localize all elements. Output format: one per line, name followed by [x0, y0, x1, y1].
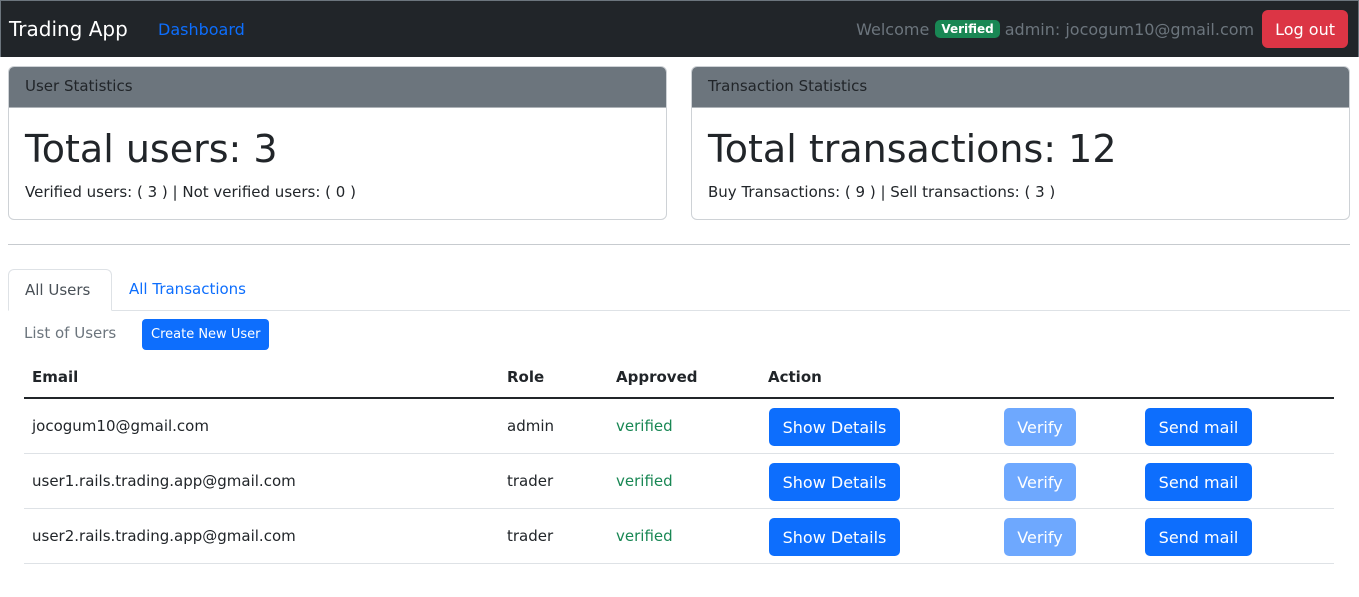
send-mail-button[interactable]: Send mail: [1145, 463, 1252, 501]
user-approved-status: verified: [616, 417, 673, 435]
logout-button[interactable]: Log out: [1262, 10, 1348, 48]
tab-all-users[interactable]: All Users: [8, 269, 112, 311]
user-statistics-header: User Statistics: [9, 67, 666, 108]
table-header: Email Role Approved Action: [24, 358, 1334, 399]
table-row: jocogum10@gmail.com admin verified Show …: [24, 399, 1334, 454]
transaction-statistics-header: Transaction Statistics: [692, 67, 1349, 108]
table-row: user1.rails.trading.app@gmail.com trader…: [24, 454, 1334, 509]
column-header-role: Role: [507, 368, 545, 386]
send-mail-button[interactable]: Send mail: [1145, 518, 1252, 556]
navbar: Trading App Dashboard Welcome Verified a…: [0, 0, 1359, 57]
navbar-user-area: Welcome Verified admin: jocogum10@gmail.…: [856, 10, 1348, 48]
show-details-button[interactable]: Show Details: [769, 408, 900, 446]
verify-button[interactable]: Verify: [1004, 518, 1076, 556]
user-role: trader: [507, 527, 554, 545]
user-verification-summary: Verified users: ( 3 ) | Not verified use…: [25, 183, 356, 201]
users-table: Email Role Approved Action jocogum10@gma…: [24, 358, 1334, 564]
verify-button[interactable]: Verify: [1004, 463, 1076, 501]
welcome-text: Welcome: [856, 19, 930, 39]
tab-bar: All Users All Transactions: [8, 269, 1350, 311]
column-header-action: Action: [768, 368, 822, 386]
transaction-type-summary: Buy Transactions: ( 9 ) | Sell transacti…: [708, 183, 1056, 201]
user-role: admin: [507, 417, 554, 435]
divider: [8, 244, 1350, 245]
verify-button[interactable]: Verify: [1004, 408, 1076, 446]
tab-all-transactions[interactable]: All Transactions: [113, 269, 262, 311]
table-row: user2.rails.trading.app@gmail.com trader…: [24, 509, 1334, 564]
user-approved-status: verified: [616, 527, 673, 545]
user-statistics-card: User Statistics Total users: 3 Verified …: [8, 66, 667, 220]
list-of-users-label: List of Users: [24, 324, 117, 342]
column-header-email: Email: [32, 368, 79, 386]
send-mail-button[interactable]: Send mail: [1145, 408, 1252, 446]
transaction-statistics-card: Transaction Statistics Total transaction…: [691, 66, 1350, 220]
total-users-title: Total users: 3: [25, 127, 278, 171]
dashboard-link[interactable]: Dashboard: [158, 20, 245, 39]
create-new-user-button[interactable]: Create New User: [142, 319, 270, 350]
user-email: user1.rails.trading.app@gmail.com: [32, 472, 296, 490]
user-email: jocogum10@gmail.com: [32, 417, 209, 435]
user-email: user2.rails.trading.app@gmail.com: [32, 527, 296, 545]
admin-email-text: admin: jocogum10@gmail.com: [1004, 19, 1255, 39]
total-transactions-title: Total transactions: 12: [708, 127, 1117, 171]
show-details-button[interactable]: Show Details: [769, 518, 900, 556]
column-header-approved: Approved: [616, 368, 698, 386]
brand-title[interactable]: Trading App: [9, 17, 128, 41]
user-role: trader: [507, 472, 554, 490]
show-details-button[interactable]: Show Details: [769, 463, 900, 501]
user-approved-status: verified: [616, 472, 673, 490]
verified-badge: Verified: [935, 20, 1000, 38]
